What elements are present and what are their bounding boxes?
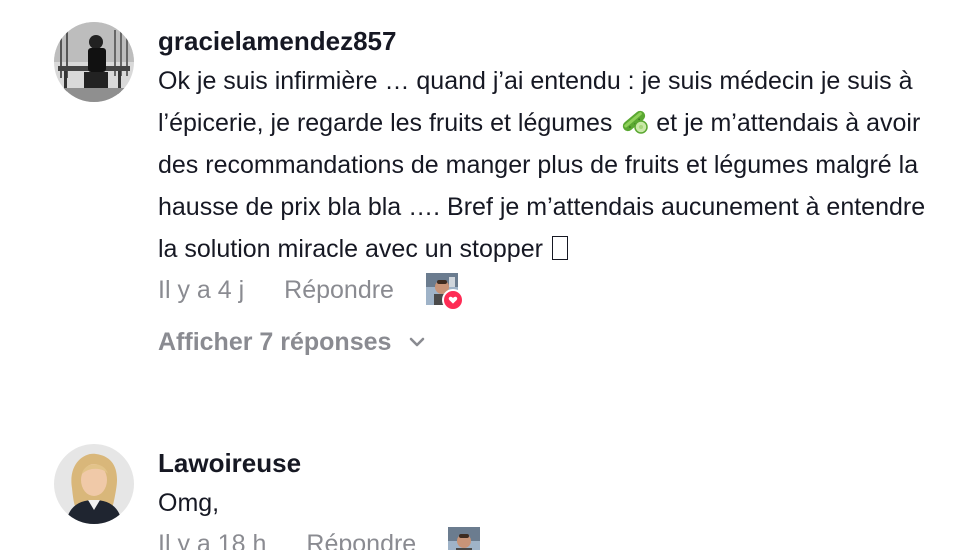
- creator-liked-badge: [448, 527, 482, 550]
- avatar-photo-icon: [54, 22, 134, 102]
- creator-avatar-icon: [448, 527, 481, 550]
- reply-button[interactable]: Répondre: [284, 276, 394, 305]
- reply-button[interactable]: Répondre: [306, 530, 416, 550]
- avatar-photo-icon: [54, 444, 134, 524]
- avatar[interactable]: [54, 444, 134, 524]
- comment-body: gracielamendez857 Ok je suis infirmière …: [158, 22, 928, 362]
- cucumber-icon: [623, 110, 649, 134]
- comment-text: Ok je suis infirmière … quand j’ai enten…: [158, 60, 928, 270]
- view-replies-label: Afficher 7 réponses: [158, 327, 392, 356]
- avatar[interactable]: [54, 22, 134, 102]
- comment-body: Lawoireuse Omg, Il y a 18 h Répondre: [158, 444, 928, 550]
- heart-icon: [441, 289, 464, 311]
- timestamp: Il y a 18 h: [158, 529, 267, 550]
- comment-meta: Il y a 18 h Répondre: [158, 524, 928, 550]
- comment-text: Omg,: [158, 489, 220, 517]
- timestamp: Il y a 4 j: [158, 275, 245, 304]
- heart-glyph-icon: [448, 296, 458, 304]
- comments-panel: gracielamendez857 Ok je suis infirmière …: [0, 0, 962, 550]
- missing-glyph-icon: [551, 236, 568, 260]
- username[interactable]: gracielamendez857: [158, 24, 928, 60]
- creator-avatar: [448, 527, 481, 550]
- creator-liked-badge: [425, 273, 464, 311]
- comment-meta: Il y a 4 j Répondre: [158, 270, 928, 311]
- view-replies-button[interactable]: Afficher 7 réponses: [158, 322, 928, 362]
- chevron-down-icon: [410, 337, 425, 347]
- username[interactable]: Lawoireuse: [158, 446, 928, 482]
